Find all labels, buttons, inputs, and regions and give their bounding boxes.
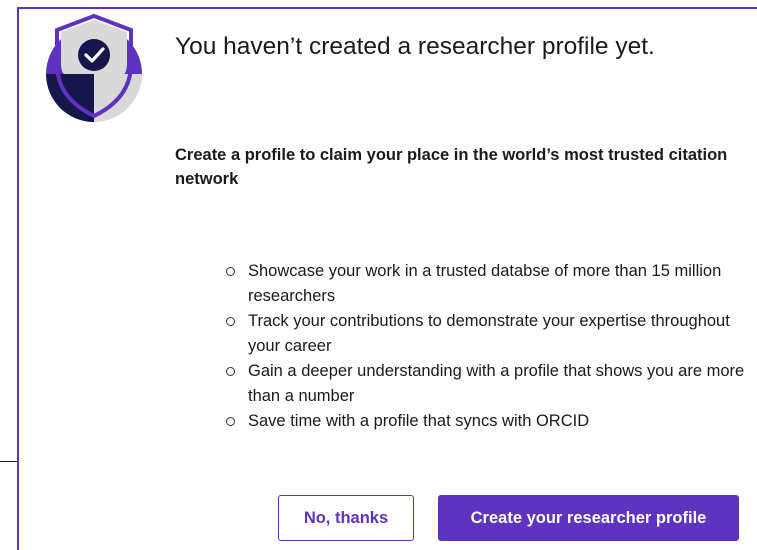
benefit-text: Save time with a profile that syncs with… — [248, 412, 590, 430]
benefit-item: Save time with a profile that syncs with… — [226, 409, 746, 434]
benefit-item: Showcase your work in a trusted databse … — [226, 259, 746, 309]
benefit-item: Gain a deeper understanding with a profi… — [226, 359, 746, 409]
create-profile-dialog: You haven’t created a researcher profile… — [17, 7, 757, 550]
shield-check-icon — [46, 13, 142, 122]
benefit-text: Showcase your work in a trusted databse … — [248, 262, 722, 305]
bullet-circle-icon — [226, 267, 235, 276]
page: You haven’t created a researcher profile… — [0, 0, 757, 550]
no-thanks-button[interactable]: No, thanks — [278, 495, 414, 541]
bullet-circle-icon — [226, 317, 235, 326]
benefit-item: Track your contributions to demonstrate … — [226, 309, 746, 359]
background-divider — [0, 461, 18, 462]
dialog-title: You haven’t created a researcher profile… — [175, 33, 655, 60]
create-profile-button[interactable]: Create your researcher profile — [438, 495, 739, 541]
bullet-circle-icon — [226, 417, 235, 426]
benefits-list: Showcase your work in a trusted databse … — [226, 259, 746, 434]
bullet-circle-icon — [226, 367, 235, 376]
dialog-subtitle: Create a profile to claim your place in … — [175, 146, 728, 188]
benefit-text: Track your contributions to demonstrate … — [248, 312, 730, 355]
benefit-text: Gain a deeper understanding with a profi… — [248, 362, 745, 405]
